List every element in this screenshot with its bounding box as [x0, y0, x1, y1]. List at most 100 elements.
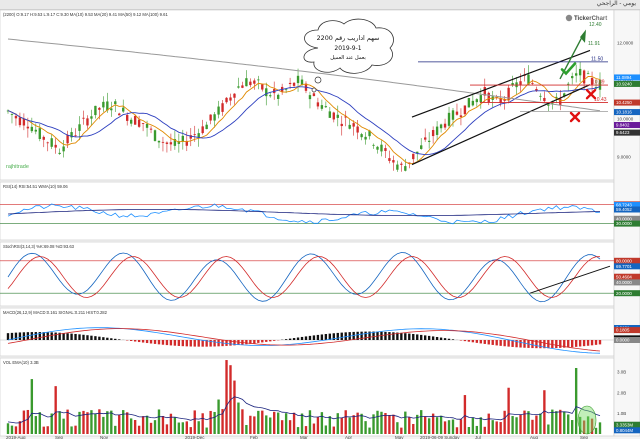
candle-body: [26, 126, 30, 129]
candle-body: [38, 128, 41, 139]
macd-histogram-bar: [404, 333, 407, 340]
volume-bar: [304, 426, 308, 434]
macd-histogram-bar: [6, 333, 10, 340]
volume-bar: [320, 412, 324, 434]
volume-bar: [245, 424, 248, 434]
volume-bar: [189, 427, 192, 434]
volume-bar: [380, 411, 383, 434]
volume-bar: [328, 416, 332, 434]
axis-badge: 80.0000: [614, 257, 640, 264]
macd-histogram-bar: [161, 340, 165, 345]
target-price-label: 10.89: [592, 80, 605, 86]
macd-histogram-bar: [137, 340, 141, 343]
macd-histogram-bar: [50, 332, 53, 340]
time-axis-label: Aug: [530, 435, 539, 439]
macd-histogram-bar: [82, 334, 85, 340]
macd-histogram-bar: [253, 340, 256, 344]
candle-body: [539, 95, 542, 97]
macd-histogram-bar: [384, 331, 387, 340]
candle-body: [412, 153, 415, 160]
volume-bar: [503, 410, 506, 434]
volume-bar: [443, 421, 447, 434]
candle-body: [269, 95, 272, 97]
candle-body: [431, 130, 435, 137]
volume-bar: [336, 413, 339, 434]
candle-body: [161, 141, 165, 143]
macd-histogram-bar: [98, 336, 101, 340]
candle-body: [340, 123, 343, 127]
macd-histogram-bar: [273, 340, 276, 341]
volume-bar: [233, 380, 236, 434]
price-tick-label: 9.0000: [617, 154, 631, 159]
macd-histogram-bar: [495, 340, 498, 346]
macd-histogram-bar: [90, 335, 93, 340]
macd-histogram-bar: [539, 340, 542, 349]
macd-histogram-bar: [364, 331, 367, 340]
volume-bar: [54, 386, 57, 434]
macd-histogram-bar: [110, 338, 113, 340]
axis-badge: 30.0000: [614, 220, 640, 227]
volume-bar: [22, 410, 26, 434]
macd-histogram-bar: [304, 336, 308, 340]
volume-bar: [423, 416, 427, 434]
axis-badge-label: 80.0000: [616, 258, 632, 263]
candle-body: [336, 114, 339, 118]
macd-histogram-bar: [586, 340, 590, 346]
volume-bar: [475, 425, 479, 434]
candle-body: [571, 76, 574, 79]
macd-histogram-bar: [300, 336, 304, 340]
candle-body: [205, 124, 208, 130]
volume-bar: [185, 421, 188, 434]
macd-histogram-bar: [157, 340, 161, 345]
candle-body: [535, 88, 538, 91]
candle-body: [455, 111, 459, 115]
axis-badge-label: 10.4250: [616, 100, 632, 105]
candle-body: [225, 97, 228, 103]
candle-body: [118, 113, 121, 116]
candle-body: [141, 123, 145, 124]
macd-histogram-bar: [70, 333, 73, 340]
volume-bar: [6, 423, 10, 434]
stoch-legend: StochRSI(3,14,3) %K:69.08 %D:93.63: [3, 244, 75, 249]
logo-text: TickerChart: [574, 16, 607, 22]
time-axis-label: Sep: [580, 435, 589, 439]
macd-histogram-bar: [439, 337, 443, 340]
candle-body: [145, 123, 149, 128]
volume-bar: [451, 419, 455, 434]
macd-histogram-bar: [18, 332, 22, 340]
volume-bar: [129, 418, 133, 434]
volume-bar: [312, 423, 316, 434]
candle-body: [400, 163, 403, 165]
price-tick-label: 10.0000: [617, 116, 634, 121]
axis-badge: 3.3353M: [614, 421, 640, 428]
volume-bar: [173, 417, 177, 434]
time-axis-label: 2019-Aug: [6, 435, 26, 439]
axis-badge-label: 0.8044M: [616, 428, 633, 433]
macd-histogram-bar: [571, 340, 574, 348]
volume-bar: [435, 417, 439, 434]
candle-body: [404, 166, 407, 171]
volume-bar: [46, 426, 49, 434]
axis-badge-label: 50.4604: [616, 274, 632, 279]
axis-badge: 0.0000: [614, 337, 640, 343]
volume-bar: [26, 409, 30, 434]
volume-highlight-oval: [577, 405, 597, 435]
candle-body: [451, 110, 455, 120]
axis-badge: 10.1816: [614, 109, 640, 116]
macd-histogram-bar: [598, 340, 602, 345]
volume-bar: [42, 426, 45, 434]
macd-histogram-bar: [427, 335, 431, 340]
macd-histogram-bar: [316, 334, 320, 340]
candle-body: [265, 88, 268, 97]
macd-histogram-bar: [336, 332, 339, 340]
volume-bar: [94, 414, 97, 434]
volume-bar: [253, 416, 256, 434]
candle-body: [487, 92, 490, 103]
macd-histogram-bar: [555, 340, 558, 349]
candle-body: [567, 83, 570, 85]
note-line-1: سهم اداريب رقم 2200: [317, 34, 380, 42]
candle-body: [292, 82, 296, 86]
axis-badge: 10.4250: [614, 99, 640, 106]
volume-bar: [145, 415, 149, 434]
candle-body: [312, 93, 316, 96]
